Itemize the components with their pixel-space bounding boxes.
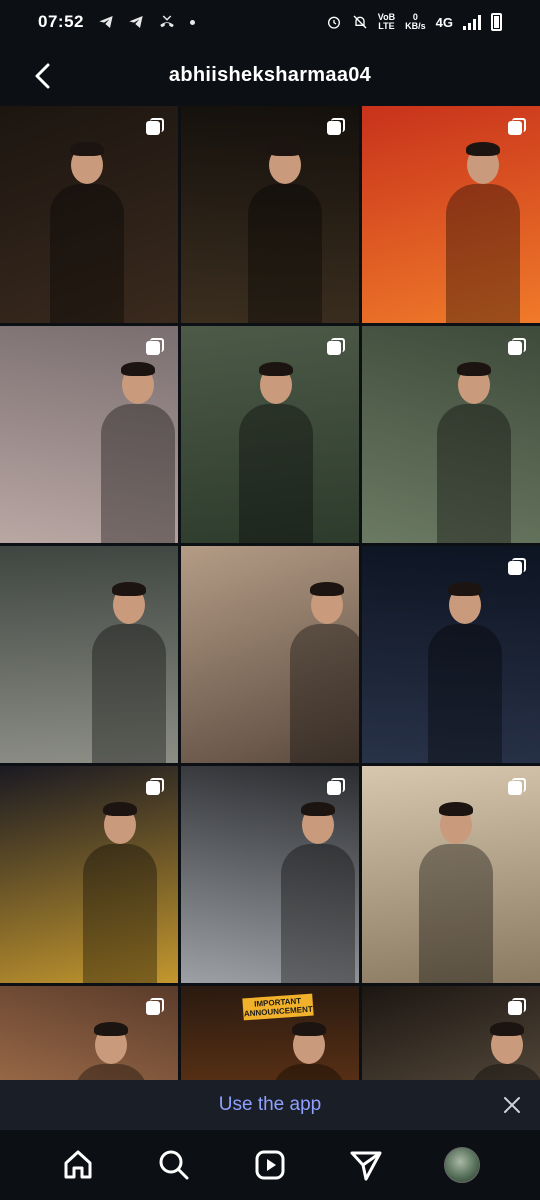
post-subject-hair: [466, 142, 500, 156]
reels-icon: [255, 1150, 285, 1180]
status-right: VoB LTE 0 KB/s 4G: [326, 13, 502, 31]
nav-direct[interactable]: [346, 1145, 386, 1185]
carousel-icon: [146, 338, 164, 356]
post-subject: [248, 184, 322, 323]
network-speed: 0 KB/s: [405, 12, 426, 31]
carousel-icon: [146, 778, 164, 796]
carousel-icon: [327, 118, 345, 136]
post-subject: [446, 184, 520, 323]
status-bar: 07:52 VoB LTE 0 KB/s 4G: [0, 0, 540, 44]
profile-username: abhiisheksharmaa04: [168, 63, 372, 86]
post-subject-hair: [112, 582, 146, 596]
post-subject-hair: [70, 142, 104, 156]
post-tile[interactable]: [0, 106, 178, 323]
post-subject: [281, 844, 355, 983]
post-subject-hair: [490, 1022, 524, 1036]
post-subject: [74, 1064, 148, 1080]
dot-icon: [189, 19, 195, 25]
direct-message-icon: [350, 1151, 382, 1181]
profile-avatar: [444, 1147, 480, 1183]
post-subject: [239, 404, 313, 543]
carousel-icon: [327, 338, 345, 356]
post-tile[interactable]: [0, 986, 178, 1080]
announcement-label: IMPORTANT ANNOUNCEMENT: [242, 993, 314, 1021]
post-subject-hair: [448, 582, 482, 596]
telegram-icon: [129, 16, 143, 28]
post-subject: [437, 404, 511, 543]
post-subject-hair: [103, 802, 137, 816]
profile-header: abhiisheksharmaa04: [0, 44, 540, 106]
home-icon: [64, 1150, 92, 1179]
post-tile[interactable]: [362, 986, 540, 1080]
telegram-icon: [99, 16, 113, 28]
post-tile[interactable]: [0, 326, 178, 543]
post-tile[interactable]: [181, 326, 359, 543]
post-subject: [101, 404, 175, 543]
mute-icon: [353, 15, 367, 29]
search-icon: [159, 1150, 189, 1180]
post-tile[interactable]: [0, 546, 178, 763]
post-subject: [419, 844, 493, 983]
battery-icon: [491, 13, 502, 31]
alarm-icon: [327, 16, 340, 29]
post-subject-hair: [259, 362, 293, 376]
post-tile[interactable]: [181, 106, 359, 323]
post-tile[interactable]: IMPORTANT ANNOUNCEMENT: [181, 986, 359, 1080]
nav-search[interactable]: [154, 1145, 194, 1185]
post-tile[interactable]: [362, 766, 540, 983]
post-subject: [290, 624, 359, 763]
post-grid: IMPORTANT ANNOUNCEMENT: [0, 106, 540, 1080]
post-subject: [428, 624, 502, 763]
clock: 07:52: [38, 12, 84, 31]
carousel-icon: [508, 998, 526, 1016]
carousel-icon: [508, 338, 526, 356]
post-tile[interactable]: [181, 546, 359, 763]
post-tile[interactable]: [181, 766, 359, 983]
missed-call-icon: [160, 15, 174, 28]
post-subject: [92, 624, 166, 763]
carousel-icon: [146, 998, 164, 1016]
nav-reels[interactable]: [250, 1145, 290, 1185]
post-subject: [83, 844, 157, 983]
post-subject-hair: [310, 582, 344, 596]
nav-profile[interactable]: [442, 1145, 482, 1185]
post-tile[interactable]: [362, 546, 540, 763]
post-subject: [272, 1064, 346, 1080]
post-subject-hair: [292, 1022, 326, 1036]
use-app-link[interactable]: Use the app: [219, 1094, 321, 1116]
carousel-icon: [508, 558, 526, 576]
post-tile[interactable]: [0, 766, 178, 983]
post-tile[interactable]: [362, 326, 540, 543]
nav-home[interactable]: [58, 1145, 98, 1185]
network-type: 4G: [435, 14, 453, 30]
carousel-icon: [327, 778, 345, 796]
carousel-icon: [146, 118, 164, 136]
carousel-icon: [508, 778, 526, 796]
post-subject-hair: [439, 802, 473, 816]
post-subject-hair: [121, 362, 155, 376]
post-subject-hair: [301, 802, 335, 816]
post-subject-hair: [268, 142, 302, 156]
use-app-banner: Use the app: [0, 1080, 540, 1130]
carousel-icon: [508, 118, 526, 136]
signal-icon: [463, 14, 481, 30]
close-icon: [504, 1097, 520, 1113]
close-banner-button[interactable]: [500, 1093, 524, 1117]
back-arrow-icon: [35, 63, 50, 89]
post-subject: [50, 184, 124, 323]
post-tile[interactable]: [362, 106, 540, 323]
post-subject-hair: [94, 1022, 128, 1036]
volte-indicator: VoB LTE: [377, 12, 396, 31]
status-left: 07:52: [38, 12, 195, 32]
back-button[interactable]: [24, 58, 60, 94]
post-subject: [470, 1064, 540, 1080]
bottom-nav: [0, 1130, 540, 1200]
post-subject-hair: [457, 362, 491, 376]
